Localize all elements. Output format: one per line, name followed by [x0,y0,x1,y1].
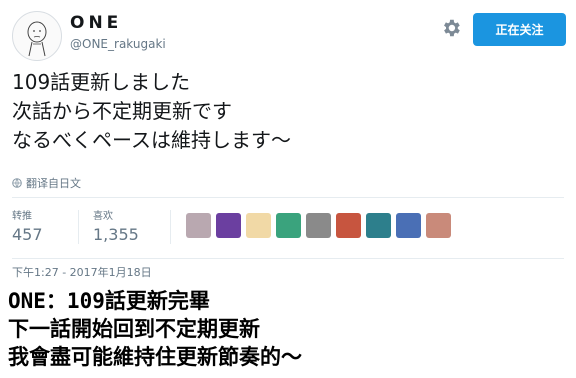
divider [12,258,564,259]
user-handle[interactable]: @ONE_rakugaki [70,37,166,51]
liker-avatar-4-icon[interactable] [276,213,301,238]
liker-avatar-2-icon[interactable] [216,213,241,238]
likes-count[interactable]: 1,355 [93,225,139,244]
display-name[interactable]: ONE [70,13,122,33]
liker-avatar-8-icon[interactable] [396,213,421,238]
doodle-face-avatar-icon [27,21,47,57]
liker-avatar-1-icon[interactable] [186,213,211,238]
liker-avatar-6-icon[interactable] [336,213,361,238]
translate-link[interactable]: 翻译自日文 [12,175,81,191]
globe-icon [12,178,22,188]
tweet-line: 次話から不定期更新です [12,99,232,123]
retweet-stat[interactable]: 转推 457 [12,207,43,244]
translate-label[interactable]: 翻译自日文 [26,175,81,191]
tweet-text: 109話更新しました 次話から不定期更新です なるべくペースは維持します〜 [12,68,291,155]
divider [78,210,79,244]
tweet-line: 109話更新しました [12,70,191,94]
liker-avatar-5-icon[interactable] [306,213,331,238]
divider [170,210,171,244]
liker-avatar-3-icon[interactable] [246,213,271,238]
retweets-count[interactable]: 457 [12,225,43,244]
avatar[interactable] [12,11,62,61]
like-stat[interactable]: 喜欢 1,355 [93,207,139,244]
liker-avatar-7-icon[interactable] [366,213,391,238]
translation-caption: ONE：109話更新完畢 下一話開始回到不定期更新 我會盡可能維持住更新節奏的～ [8,287,302,371]
following-button[interactable]: 正在关注 [473,13,566,46]
tweet-line: なるべくペースは維持します〜 [12,128,291,152]
caption-line: 下一話開始回到不定期更新 [8,317,260,341]
likes-label: 喜欢 [93,211,113,222]
divider [12,197,564,198]
retweets-label: 转推 [12,211,32,222]
caption-line: 我會盡可能維持住更新節奏的～ [8,345,302,369]
gear-icon[interactable] [440,17,462,39]
liker-avatars [186,213,451,238]
tweet-timestamp[interactable]: 下午1:27 - 2017年1月18日 [12,264,152,280]
caption-line: ONE：109話更新完畢 [8,289,210,313]
liker-avatar-9-icon[interactable] [426,213,451,238]
